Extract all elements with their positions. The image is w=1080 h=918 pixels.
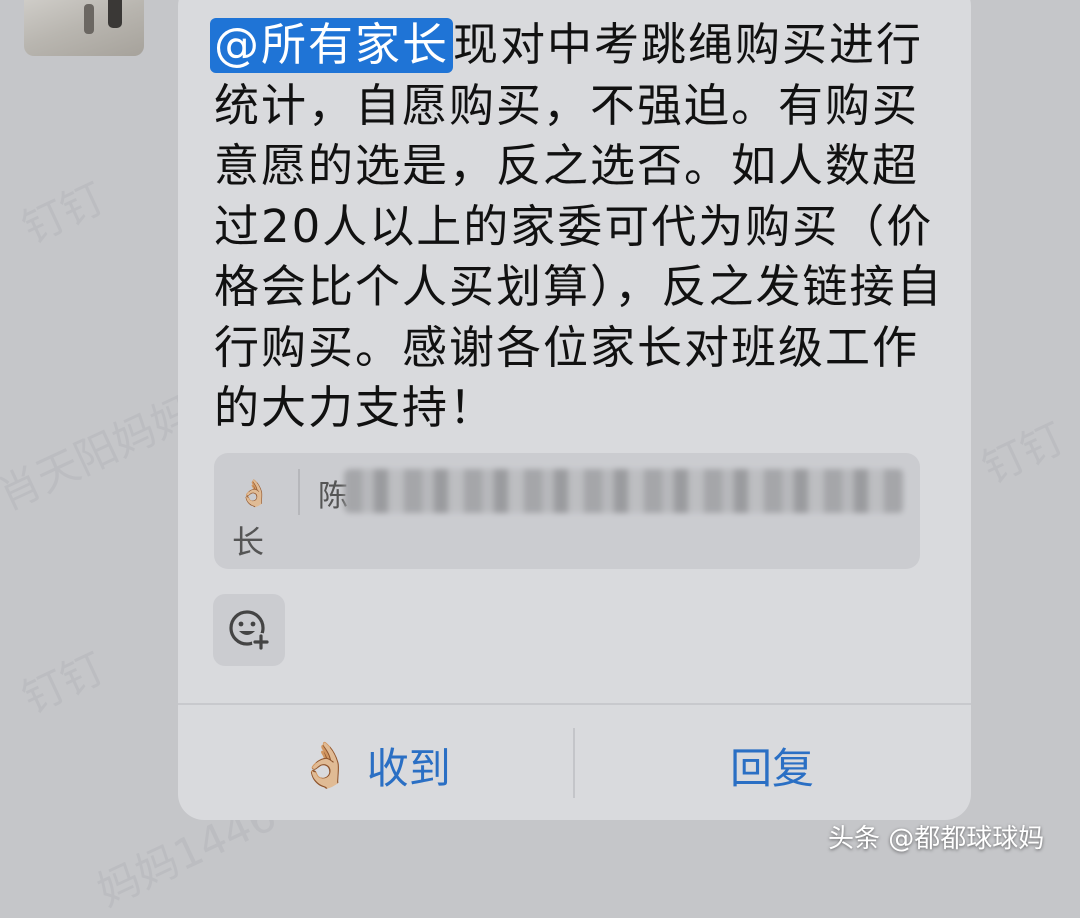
add-emoji-icon — [229, 610, 270, 651]
reply-divider — [298, 469, 300, 515]
reply-label: 回复 — [730, 743, 815, 793]
ok-hand-icon: 👌🏼 — [298, 740, 353, 791]
watermark-text: 钉钉 — [14, 173, 112, 254]
actions-separator — [573, 728, 575, 798]
watermark-text: 肖天阳妈妈 — [0, 386, 202, 520]
blurred-reply-text — [344, 469, 904, 513]
avatar-figure — [108, 0, 122, 28]
reply-preview-tail: 长 — [232, 523, 265, 561]
watermark-text: 钉钉 — [974, 413, 1072, 494]
source-credit: 头条 @都都球球妈 — [828, 824, 1045, 854]
add-reaction-button[interactable] — [213, 594, 285, 666]
acknowledge-button[interactable]: 👌🏼 收到 — [298, 730, 451, 800]
message-text: @所有家长现对中考跳绳购买进行统计，自愿购买，不强迫。有购买意愿的选是，反之选否… — [210, 15, 944, 439]
reply-preview[interactable]: 👌🏼 陈 长 — [214, 453, 920, 569]
message-body: 现对中考跳绳购买进行统计，自愿购买，不强迫。有购买意愿的选是，反之选否。如人数超… — [214, 18, 944, 434]
sender-avatar[interactable] — [24, 0, 144, 56]
ok-hand-emoji: 👌🏼 — [238, 479, 271, 509]
watermark-text: 钉钉 — [14, 643, 112, 724]
reply-button[interactable]: 回复 — [730, 730, 814, 800]
actions-divider — [178, 703, 971, 705]
mention-all-parents[interactable]: @所有家长 — [210, 18, 454, 73]
avatar-figure — [84, 4, 94, 34]
acknowledge-label: 收到 — [366, 743, 451, 793]
